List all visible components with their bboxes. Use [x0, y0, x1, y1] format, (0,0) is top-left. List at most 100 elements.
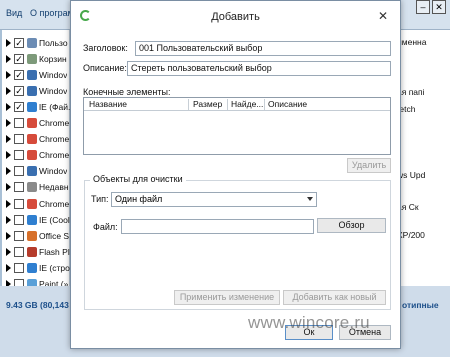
expand-arrow-icon[interactable] [6, 119, 11, 127]
item-label: IE (стро [39, 262, 70, 273]
item-app-icon [27, 182, 37, 193]
item-label: Windov [39, 85, 68, 96]
chevron-down-icon [307, 197, 313, 201]
bg-close-button[interactable]: ✕ [432, 0, 446, 14]
list-item[interactable]: ✓ IE (Фай. [2, 98, 70, 115]
description-label: Описание: [83, 63, 127, 73]
item-checkbox[interactable] [14, 198, 24, 209]
column-divider [188, 99, 189, 110]
item-checkbox[interactable] [14, 230, 24, 241]
column-found[interactable]: Найде... [228, 99, 263, 109]
list-item[interactable]: Windov [2, 163, 70, 180]
list-item[interactable]: Chrome [2, 131, 70, 148]
file-label: Файл: [93, 222, 118, 232]
expand-arrow-icon[interactable] [6, 102, 11, 111]
bg-minimize-button[interactable]: – [416, 0, 430, 14]
list-item[interactable]: Office S [2, 227, 70, 244]
item-app-icon [27, 150, 37, 161]
list-item[interactable]: ✓ Пользо [2, 34, 70, 51]
close-icon[interactable]: ✕ [376, 9, 390, 23]
expand-arrow-icon[interactable] [6, 151, 11, 160]
expand-arrow-icon[interactable] [6, 231, 11, 240]
list-item[interactable]: Chrome [2, 195, 70, 212]
bg-right-text: ая папі [397, 87, 425, 97]
item-checkbox[interactable] [14, 182, 24, 193]
list-item[interactable]: ✓ Windov [2, 82, 70, 99]
expand-arrow-icon[interactable] [6, 247, 11, 256]
item-label: Office S [39, 230, 70, 241]
background-item-list: ✓ Пользо ✓ Корзин ✓ Windov ✓ Windov ✓ IE (Фай. Chr… [2, 30, 70, 289]
bg-right-text: ws Upd [397, 170, 426, 180]
item-checkbox[interactable]: ✓ [14, 101, 24, 112]
item-app-icon [27, 37, 37, 48]
end-items-label: Конечные элементы: [83, 87, 171, 97]
item-checkbox[interactable] [14, 134, 24, 145]
expand-arrow-icon[interactable] [6, 215, 11, 224]
column-name[interactable]: Название [86, 99, 127, 109]
item-label: Chrome [39, 198, 70, 209]
item-app-icon [27, 53, 37, 64]
item-app-icon [26, 101, 37, 112]
expand-arrow-icon[interactable] [6, 263, 11, 272]
item-label: Chrome [39, 118, 70, 128]
bg-status-right: отипные [402, 300, 439, 310]
list-item[interactable]: Chrome [2, 115, 70, 132]
expand-arrow-icon[interactable] [6, 199, 11, 208]
dialog-titlebar[interactable]: Добавить ✕ [71, 1, 400, 33]
list-item[interactable]: ✓ Windov [2, 66, 70, 83]
header-input[interactable]: 001 Пользовательский выбор [135, 41, 391, 56]
browse-button[interactable]: Обзор [317, 218, 386, 233]
expand-arrow-icon[interactable] [6, 38, 11, 47]
add-as-new-button[interactable]: Добавить как новый [283, 290, 386, 305]
list-item[interactable]: IE (стро [2, 259, 70, 276]
background-right-panel: именна ая папі fetch ws Upd ая Ск XP/200 [393, 30, 450, 286]
list-item[interactable]: Chrome [2, 147, 70, 164]
item-checkbox[interactable] [14, 262, 24, 273]
item-checkbox[interactable] [14, 150, 24, 161]
type-label: Тип: [91, 194, 109, 204]
cleanup-objects-title: Объекты для очистки [90, 174, 186, 184]
expand-arrow-icon[interactable] [6, 135, 11, 144]
item-app-icon [27, 198, 37, 209]
item-app-icon [27, 214, 37, 225]
dialog-title: Добавить [211, 11, 260, 23]
expand-arrow-icon[interactable] [6, 54, 11, 63]
description-input[interactable]: Стереть пользовательский выбор [127, 61, 391, 76]
item-checkbox[interactable]: ✓ [14, 53, 24, 64]
expand-arrow-icon[interactable] [6, 86, 11, 95]
file-input[interactable] [121, 219, 314, 234]
menu-about[interactable]: О програм [30, 8, 74, 18]
end-items-table[interactable]: Название Размер Найде... Описание [83, 97, 391, 155]
item-label: Пользо [39, 37, 68, 48]
item-app-icon [27, 85, 37, 96]
item-label: Chrome [39, 134, 70, 145]
add-dialog: Добавить ✕ Заголовок: 001 Пользовательск… [70, 0, 401, 349]
item-checkbox[interactable]: ✓ [14, 37, 24, 48]
list-item[interactable]: Недавн [2, 179, 70, 196]
item-checkbox[interactable]: ✓ [14, 85, 24, 96]
item-checkbox[interactable] [14, 118, 24, 128]
list-item[interactable]: ✓ Корзин [2, 50, 70, 67]
header-label: Заголовок: [83, 43, 128, 53]
menu-view[interactable]: Вид [6, 8, 22, 18]
column-size[interactable]: Размер [190, 99, 222, 109]
list-item[interactable]: IE (Cool [2, 211, 70, 228]
item-app-icon [27, 262, 37, 273]
item-label: IE (Cool [39, 214, 70, 225]
item-app-icon [27, 246, 37, 257]
type-select[interactable]: Один файл [111, 192, 317, 207]
item-app-icon [27, 69, 37, 80]
apply-change-button[interactable]: Применить изменение [174, 290, 280, 305]
item-checkbox[interactable] [14, 166, 24, 177]
item-checkbox[interactable] [14, 246, 24, 257]
item-checkbox[interactable]: ✓ [14, 69, 24, 80]
column-description[interactable]: Описание [265, 99, 307, 109]
delete-button[interactable]: Удалить [347, 158, 391, 173]
item-checkbox[interactable] [14, 214, 24, 225]
expand-arrow-icon[interactable] [6, 183, 11, 192]
item-app-icon [27, 230, 37, 241]
bg-right-text: именна [397, 37, 427, 47]
list-item[interactable]: Flash Pl [2, 243, 70, 260]
expand-arrow-icon[interactable] [6, 70, 11, 79]
expand-arrow-icon[interactable] [6, 167, 11, 176]
